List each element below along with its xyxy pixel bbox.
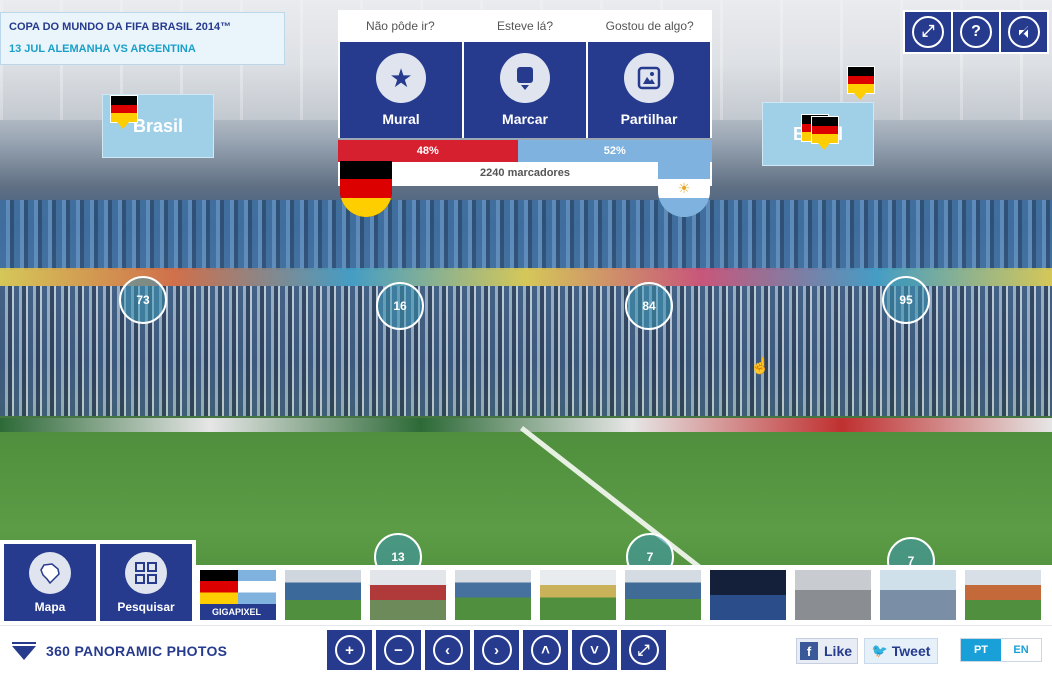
fullscreen-icon: ⤢	[912, 16, 944, 48]
tag-button[interactable]: Marcar	[464, 42, 586, 138]
match-flags-icon	[200, 570, 276, 604]
thumbnail-stadium[interactable]	[540, 570, 616, 620]
chevron-down-icon: ˅	[579, 635, 610, 665]
tag-label: Marcar	[502, 111, 548, 127]
tweet-label: Tweet	[891, 643, 931, 659]
thumbnail-crowd[interactable]	[880, 570, 956, 620]
like-label: Like	[824, 643, 853, 659]
thumbnail-locker-room[interactable]	[710, 570, 786, 620]
markers-count: 2240 marcadores	[480, 167, 570, 179]
zoom-in-button[interactable]: +	[327, 630, 372, 670]
map-button[interactable]: Mapa	[4, 544, 96, 621]
argentina-flag-icon[interactable]: ☀	[658, 161, 710, 217]
search-button[interactable]: Pesquisar	[100, 544, 192, 621]
navigation-controls: + − ‹ › ˄ ˅ ⤢	[327, 630, 666, 670]
event-title: COPA DO MUNDO DA FIFA BRASIL 2014™	[9, 21, 232, 33]
thumbnail-stadium[interactable]	[625, 570, 701, 620]
thumbnail-fans[interactable]	[370, 570, 446, 620]
panoramic-photos-link[interactable]: 360 PANORAMIC PHOTOS	[46, 643, 227, 659]
thumbnail-team[interactable]	[965, 570, 1041, 620]
panorama-thumbnails: GIGAPIXEL	[196, 565, 1052, 625]
match-title-box: COPA DO MUNDO DA FIFA BRASIL 2014™ 13 JU…	[0, 12, 285, 65]
image-icon	[624, 53, 674, 103]
pano-menu-line	[12, 642, 36, 644]
language-switch: PT EN	[960, 638, 1042, 662]
expand-icon: ⤢	[628, 635, 659, 665]
fit-view-button[interactable]: ⤢	[621, 630, 666, 670]
twitter-bird-icon: 🐦	[871, 643, 888, 658]
germany-tag-pin[interactable]	[110, 95, 138, 123]
markers-row: 2240 marcadores ☀	[338, 161, 712, 217]
gigapixel-tag: GIGAPIXEL	[200, 604, 276, 620]
thumbnail-gigapixel[interactable]: GIGAPIXEL	[200, 570, 276, 620]
hotspot-marker[interactable]: 95	[882, 276, 930, 324]
pan-right-button[interactable]: ›	[474, 630, 519, 670]
pin-tip	[117, 122, 129, 129]
help-icon: ?	[960, 16, 992, 48]
bottom-left-panel: Mapa Pesquisar	[0, 540, 196, 625]
share-label: Partilhar	[620, 111, 678, 127]
banner-left-text: Brasil	[132, 115, 184, 136]
lang-pt-button[interactable]: PT	[961, 639, 1001, 661]
pin-tip	[818, 143, 830, 150]
thumbnail-dressing-room[interactable]	[795, 570, 871, 620]
plus-icon: +	[334, 635, 365, 665]
tweet-button[interactable]: 🐦 Tweet	[864, 638, 938, 664]
argentina-vote-fill: 52%	[517, 140, 712, 162]
hotspot-marker[interactable]: 84	[625, 282, 673, 330]
pin-tip	[854, 93, 866, 100]
tab-couldnt-go[interactable]: Não pôde ir?	[338, 10, 463, 42]
pan-left-button[interactable]: ‹	[425, 630, 470, 670]
hand-cursor-icon: ☝	[750, 358, 770, 375]
facebook-icon: f	[800, 642, 818, 660]
upper-stands	[0, 200, 1052, 270]
thumbnail-stadium[interactable]	[455, 570, 531, 620]
tag-icon	[500, 53, 550, 103]
question-tabs: Não pôde ir? Esteve lá? Gostou de algo?	[338, 10, 712, 42]
minus-icon: −	[383, 635, 414, 665]
hotspot-marker[interactable]: 73	[119, 276, 167, 324]
top-toolbar: ⤢ ?	[903, 10, 1049, 54]
center-panel: Não pôde ir? Esteve lá? Gostou de algo? …	[338, 10, 712, 217]
chevron-up-icon: ˄	[530, 635, 561, 665]
hotspot-marker[interactable]: 16	[376, 282, 424, 330]
pan-down-button[interactable]: ˅	[572, 630, 617, 670]
search-grid-icon	[125, 551, 167, 594]
star-icon: ★	[376, 53, 426, 103]
map-label: Mapa	[34, 599, 66, 614]
help-button[interactable]: ?	[953, 12, 999, 52]
facebook-like-button[interactable]: f Like	[796, 638, 858, 664]
germany-tag-pin[interactable]	[811, 116, 839, 144]
share-button[interactable]: Partilhar	[588, 42, 710, 138]
zoom-out-button[interactable]: −	[376, 630, 421, 670]
mute-icon	[1008, 16, 1040, 48]
triangle-down-icon[interactable]	[12, 646, 36, 660]
mural-label: Mural	[382, 111, 420, 127]
match-subtitle: 13 JUL ALEMANHA VS ARGENTINA	[9, 43, 196, 55]
lang-en-button[interactable]: EN	[1001, 639, 1041, 661]
mural-button[interactable]: ★ Mural	[340, 42, 462, 138]
germany-vote-fill: 48%	[338, 140, 518, 162]
chevron-left-icon: ‹	[432, 635, 463, 665]
chevron-right-icon: ›	[481, 635, 512, 665]
mute-button[interactable]	[1001, 12, 1047, 52]
tab-were-there[interactable]: Esteve lá?	[463, 10, 588, 42]
thumbnail-stadium[interactable]	[285, 570, 361, 620]
germany-tag-pin[interactable]	[847, 66, 875, 94]
vote-bar: 48% 52%	[338, 140, 712, 162]
action-buttons: ★ Mural Marcar Partilhar	[338, 42, 712, 138]
fullscreen-button[interactable]: ⤢	[905, 12, 951, 52]
pan-up-button[interactable]: ˄	[523, 630, 568, 670]
tab-liked-something[interactable]: Gostou de algo?	[587, 10, 712, 42]
search-label: Pesquisar	[117, 599, 175, 614]
brazil-map-icon	[29, 551, 71, 594]
